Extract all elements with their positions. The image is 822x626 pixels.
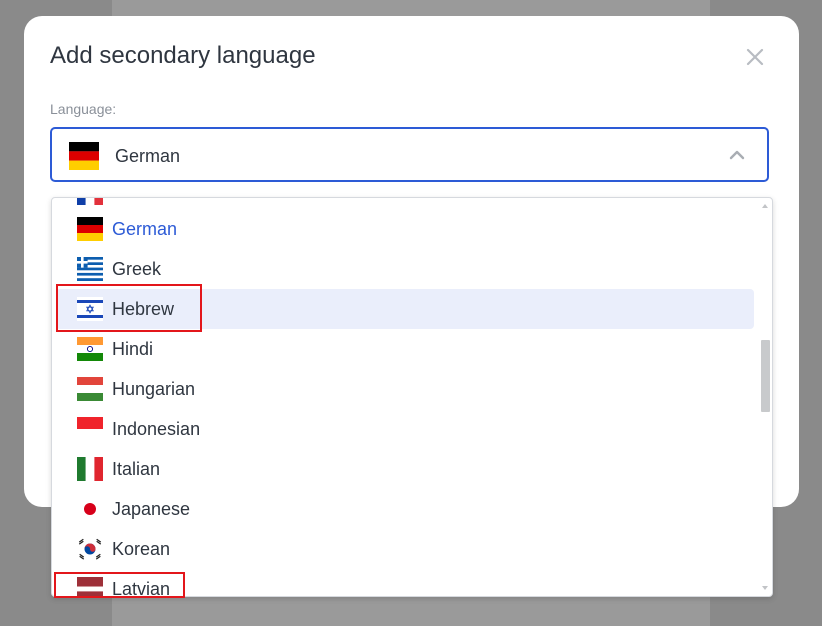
option-label: Korean — [112, 539, 171, 559]
scroll-down-arrow-icon[interactable] — [761, 584, 769, 592]
option-japanese[interactable]: Japanese — [56, 489, 754, 529]
option-hindi[interactable]: Hindi — [56, 329, 754, 369]
option-hungarian[interactable]: Hungarian — [56, 369, 754, 409]
option-italian[interactable]: Italian — [56, 449, 754, 489]
option-label: Indonesian — [112, 419, 201, 439]
scroll-up-arrow-icon[interactable] — [761, 202, 769, 210]
selected-language: German — [115, 146, 181, 166]
india-flag-icon — [77, 337, 103, 361]
close-icon — [746, 48, 764, 66]
highlight-box-hebrew — [56, 284, 202, 332]
option-german[interactable]: German — [56, 209, 754, 249]
highlight-box-latvian — [54, 572, 185, 598]
option-label: Hindi — [112, 339, 154, 359]
close-button[interactable] — [742, 44, 768, 70]
chevron-up-icon[interactable] — [728, 146, 746, 164]
hungary-flag-icon — [77, 377, 103, 401]
greece-flag-icon — [77, 257, 103, 281]
korea-flag-icon — [77, 537, 103, 561]
option-label: Greek — [112, 259, 162, 279]
scrollbar-thumb[interactable] — [761, 340, 770, 412]
germany-flag-icon — [77, 217, 103, 241]
option-korean[interactable]: Korean — [56, 529, 754, 569]
indonesia-flag-icon — [77, 417, 103, 441]
language-dropdown-list: German Greek Hebrew Hindi Hungarian Indo… — [51, 197, 773, 597]
option-label: Hungarian — [112, 379, 196, 399]
option-label: Italian — [112, 459, 161, 479]
germany-flag-icon — [69, 142, 99, 170]
france-flag-icon — [77, 198, 103, 205]
option-indonesian[interactable]: Indonesian — [56, 409, 754, 449]
option-label: Japanese — [112, 499, 191, 519]
language-field-label: Language: — [50, 101, 117, 117]
option-label: German — [112, 219, 178, 239]
dropdown-scrollbar[interactable] — [758, 198, 772, 596]
option-greek[interactable]: Greek — [56, 249, 754, 289]
japan-flag-icon — [77, 497, 103, 521]
language-select[interactable]: German — [50, 127, 769, 182]
italy-flag-icon — [77, 457, 103, 481]
modal-title: Add secondary language — [50, 42, 316, 69]
